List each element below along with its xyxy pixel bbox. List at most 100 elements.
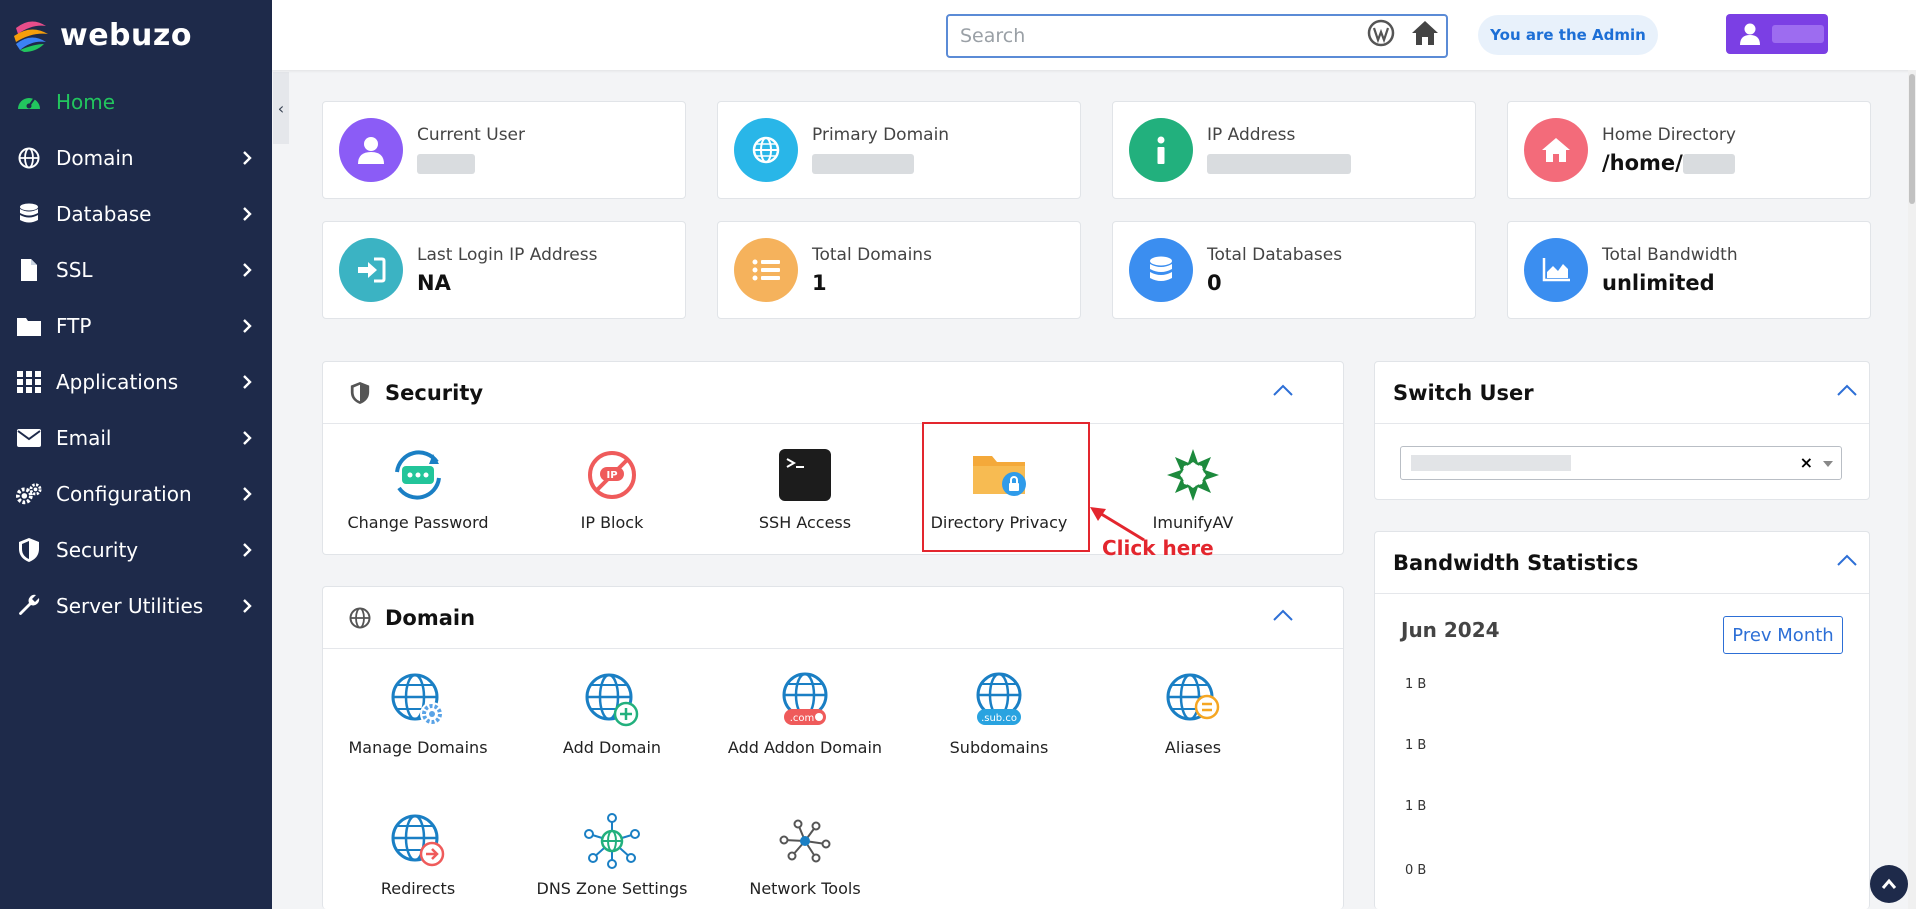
tile-label: Change Password <box>347 513 489 532</box>
stat-card-ip-address: IP Address <box>1112 101 1476 199</box>
scrollbar-thumb[interactable] <box>1909 74 1915 204</box>
tile-dns-zone-settings[interactable]: DNS Zone Settings <box>527 812 697 900</box>
wrench-icon <box>16 593 42 619</box>
admin-badge[interactable]: You are the Admin <box>1478 15 1658 55</box>
stat-label: Current User <box>417 125 526 145</box>
stat-card-total-databases: Total Databases 0 <box>1112 221 1476 319</box>
stat-card-last-login-ip: Last Login IP Address NA <box>322 221 686 319</box>
sidebar-item-label: Configuration <box>56 482 192 506</box>
chevron-up-icon[interactable] <box>1837 384 1857 396</box>
tile-change-password[interactable]: Change Password <box>333 446 503 534</box>
stat-label: Total Databases <box>1207 245 1343 265</box>
globe-com-icon: .com <box>782 672 828 725</box>
tile-label: DNS Zone Settings <box>536 879 688 898</box>
sidebar-item-email[interactable]: Email <box>0 410 272 466</box>
tile-ip-block[interactable]: IP IP Block <box>527 446 697 534</box>
bandwidth-header[interactable]: Bandwidth Statistics <box>1375 532 1869 594</box>
sidebar-item-home[interactable]: Home <box>0 74 272 130</box>
stat-value: unlimited <box>1602 271 1715 295</box>
switch-user-panel: Switch User × <box>1374 361 1870 500</box>
tile-label: Network Tools <box>749 879 861 898</box>
database-icon <box>1129 238 1193 302</box>
stat-value <box>812 151 949 175</box>
area-chart-icon <box>1524 238 1588 302</box>
chevron-up-icon[interactable] <box>1273 609 1293 621</box>
sidebar-item-label: Database <box>56 202 152 226</box>
tile-subdomains[interactable]: .sub.co Subdomains <box>914 671 1084 759</box>
sidebar-item-ssl[interactable]: SSL <box>0 242 272 298</box>
sidebar-item-label: Email <box>56 426 112 450</box>
y-axis-tick: 1 B <box>1405 738 1427 753</box>
stat-label: Last Login IP Address <box>417 245 598 265</box>
tile-add-domain[interactable]: Add Domain <box>527 671 697 759</box>
sidebar-item-label: Domain <box>56 146 134 170</box>
panel-title: Domain <box>385 605 476 630</box>
tile-network-tools[interactable]: Network Tools <box>720 812 890 900</box>
sidebar-item-database[interactable]: Database <box>0 186 272 242</box>
chevron-right-icon <box>243 207 252 221</box>
sidebar-item-security[interactable]: Security <box>0 522 272 578</box>
stat-value <box>1207 151 1351 175</box>
globe-arrow-icon <box>391 814 445 867</box>
sidebar-item-configuration[interactable]: Configuration <box>0 466 272 522</box>
panel-title: Switch User <box>1393 380 1534 405</box>
tile-manage-domains[interactable]: Manage Domains <box>333 671 503 759</box>
chevron-right-icon <box>243 431 252 445</box>
globe-icon <box>16 145 42 171</box>
prev-month-button[interactable]: Prev Month <box>1723 616 1843 654</box>
chevron-up-icon[interactable] <box>1273 384 1293 396</box>
stat-label: IP Address <box>1207 125 1296 145</box>
tile-add-addon-domain[interactable]: .com Add Addon Domain <box>720 671 890 759</box>
list-icon <box>734 238 798 302</box>
tile-label: Manage Domains <box>348 738 488 757</box>
badge-text: .sub.co <box>981 713 1017 724</box>
domain-panel-header[interactable]: Domain <box>323 587 1343 649</box>
user-menu-button[interactable] <box>1726 14 1828 54</box>
stat-label: Total Domains <box>812 245 932 265</box>
brand-name: webuzo <box>60 17 192 53</box>
annotation-highlight-box <box>922 422 1090 552</box>
svg-text:IP: IP <box>606 470 617 481</box>
chevron-right-icon <box>243 319 252 333</box>
page-scrollbar[interactable] <box>1908 70 1916 909</box>
wordpress-icon[interactable] <box>1366 18 1396 48</box>
sign-in-icon <box>339 238 403 302</box>
chevron-up-icon[interactable] <box>1837 554 1857 566</box>
tile-aliases[interactable]: Aliases <box>1108 671 1278 759</box>
chevron-right-icon <box>243 543 252 557</box>
bandwidth-month: Jun 2024 <box>1401 618 1500 642</box>
tile-label: Add Domain <box>562 738 662 757</box>
sidebar-item-ftp[interactable]: FTP <box>0 298 272 354</box>
sidebar-item-server-utilities[interactable]: Server Utilities <box>0 578 272 634</box>
security-panel-header[interactable]: Security <box>323 362 1343 424</box>
globe-equal-icon <box>1166 673 1220 721</box>
stat-card-total-bandwidth: Total Bandwidth unlimited <box>1507 221 1871 319</box>
clear-selection-icon[interactable]: × <box>1800 453 1813 472</box>
sidebar-item-label: Security <box>56 538 139 562</box>
dropdown-caret-icon[interactable] <box>1823 461 1833 467</box>
dns-network-icon <box>584 813 640 869</box>
sidebar-collapse-button[interactable]: ‹ <box>273 72 289 144</box>
ip-block-icon: IP <box>588 451 636 499</box>
sidebar-item-label: FTP <box>56 314 92 338</box>
stat-value: 0 <box>1207 271 1222 295</box>
chevron-right-icon <box>243 487 252 501</box>
tile-label: Subdomains <box>949 738 1049 757</box>
sidebar-item-applications[interactable]: Applications <box>0 354 272 410</box>
brand-logo[interactable]: webuzo <box>0 0 272 70</box>
y-axis-tick: 0 B <box>1405 863 1427 878</box>
sidebar-item-domain[interactable]: Domain <box>0 130 272 186</box>
tile-redirects[interactable]: Redirects <box>333 812 503 900</box>
switch-user-header[interactable]: Switch User <box>1375 362 1869 424</box>
sidebar: webuzo Home Domain Database SSL FTP Appl… <box>0 0 272 909</box>
info-icon <box>1129 118 1193 182</box>
home-icon[interactable] <box>1410 18 1440 48</box>
panel-title: Bandwidth Statistics <box>1393 550 1639 575</box>
shield-icon <box>350 381 370 404</box>
switch-user-select[interactable]: × <box>1400 446 1842 480</box>
dashboard-icon <box>16 89 42 115</box>
change-password-icon <box>395 450 441 500</box>
envelope-icon <box>16 425 42 451</box>
scroll-to-top-button[interactable] <box>1870 865 1908 903</box>
tile-ssh-access[interactable]: SSH Access <box>720 446 890 534</box>
